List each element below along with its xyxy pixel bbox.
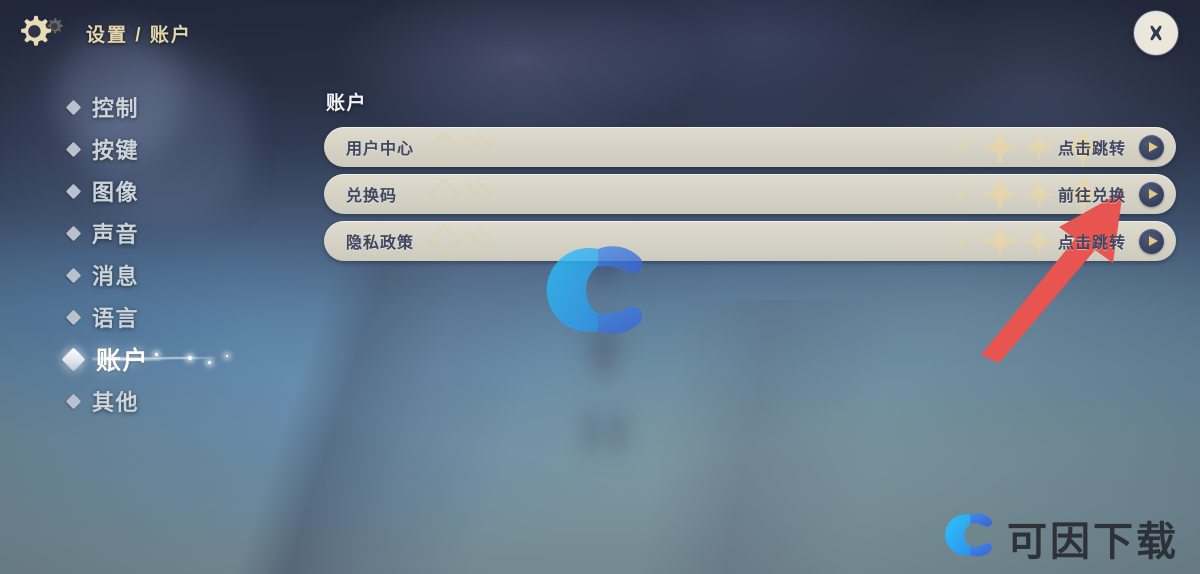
row-action-group[interactable]: 点击跳转 bbox=[1057, 228, 1176, 254]
row-action-group[interactable]: 点击跳转 bbox=[1057, 134, 1176, 160]
diamond-bullet-icon bbox=[65, 267, 82, 283]
sidebar-item-label: 消息 bbox=[92, 264, 140, 289]
row-action-label: 前往兑换 bbox=[1057, 188, 1126, 205]
table-row[interactable]: 用户中心 点击跳转 bbox=[324, 127, 1176, 167]
sidebar-item-language[interactable]: 语言 bbox=[0, 296, 300, 338]
sidebar-item-control[interactable]: 控制 bbox=[0, 86, 300, 128]
row-action-label: 点击跳转 bbox=[1057, 235, 1126, 252]
diamond-motif-decoration bbox=[427, 224, 495, 258]
sidebar-item-messages[interactable]: 消息 bbox=[0, 254, 300, 296]
sidebar-item-account[interactable]: 账户 bbox=[0, 338, 300, 380]
sidebar-item-other[interactable]: 其他 bbox=[0, 380, 300, 422]
close-icon bbox=[1144, 21, 1168, 45]
diamond-motif-decoration bbox=[427, 177, 495, 211]
diamond-bullet-icon bbox=[65, 99, 82, 115]
diamond-bullet-icon bbox=[65, 225, 82, 241]
diamond-bullet-icon bbox=[65, 309, 82, 325]
panel-title: 账户 bbox=[326, 93, 368, 114]
row-label: 兑换码 bbox=[346, 188, 398, 205]
sidebar-item-label: 其他 bbox=[92, 390, 140, 415]
breadcrumb[interactable]: 设置 / 账户 bbox=[86, 20, 192, 47]
sidebar-item-label: 图像 bbox=[92, 180, 140, 205]
settings-sidebar: 控制 按键 图像 声音 消息 语言 账户 其他 bbox=[0, 86, 300, 486]
sidebar-item-keys[interactable]: 按键 bbox=[0, 128, 300, 170]
sidebar-item-audio[interactable]: 声音 bbox=[0, 212, 300, 254]
sidebar-item-graphics[interactable]: 图像 bbox=[0, 170, 300, 212]
row-label: 隐私政策 bbox=[346, 235, 415, 252]
close-button[interactable] bbox=[1134, 11, 1178, 55]
diamond-bullet-icon bbox=[61, 346, 86, 372]
account-panel: 账户 用户中心 点击跳转 兑换码 前往兑换 隐私政策 点击跳转 bbox=[324, 88, 1176, 268]
sidebar-item-label: 控制 bbox=[92, 96, 140, 121]
sidebar-item-label: 语言 bbox=[92, 306, 140, 331]
settings-overlay: 设置 / 账户 控制 按键 图像 声音 消息 语言 账户 其他 账户 用户中心 … bbox=[0, 0, 1200, 574]
table-row[interactable]: 隐私政策 点击跳转 bbox=[324, 221, 1176, 261]
table-row[interactable]: 兑换码 前往兑换 bbox=[324, 174, 1176, 214]
row-label: 用户中心 bbox=[346, 141, 415, 158]
sidebar-item-label: 声音 bbox=[92, 222, 140, 247]
gear-icon bbox=[14, 10, 70, 56]
row-action-group[interactable]: 前往兑换 bbox=[1057, 181, 1176, 207]
chevron-right-icon[interactable] bbox=[1139, 228, 1164, 254]
diamond-motif-decoration bbox=[427, 130, 495, 164]
header-bar: 设置 / 账户 bbox=[0, 0, 1200, 66]
diamond-bullet-icon bbox=[65, 141, 82, 157]
chevron-right-icon[interactable] bbox=[1139, 134, 1164, 160]
sidebar-item-label: 账户 bbox=[96, 347, 150, 375]
chevron-right-icon[interactable] bbox=[1139, 181, 1164, 207]
sidebar-item-label: 按键 bbox=[92, 138, 140, 163]
row-action-label: 点击跳转 bbox=[1057, 141, 1126, 158]
diamond-bullet-icon bbox=[65, 393, 82, 409]
diamond-bullet-icon bbox=[65, 183, 82, 199]
